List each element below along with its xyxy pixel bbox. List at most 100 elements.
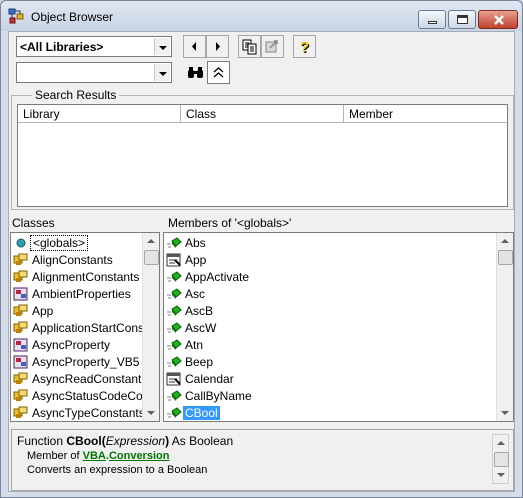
member-item-label: CBool	[183, 406, 220, 420]
view-definition-icon	[265, 40, 278, 53]
column-header-member[interactable]: Member	[344, 105, 507, 123]
column-header-library[interactable]: Library	[18, 105, 181, 123]
collapse-results-icon	[213, 67, 224, 78]
scroll-thumb[interactable]	[498, 250, 513, 265]
view-definition-button[interactable]	[261, 35, 284, 58]
enum-icon	[13, 303, 29, 319]
classes-label: Classes	[12, 216, 55, 230]
member-item[interactable]: Calendar	[164, 370, 495, 387]
search-button[interactable]	[183, 61, 206, 84]
chevron-down-icon[interactable]	[154, 38, 170, 55]
search-text-combo[interactable]	[16, 62, 172, 83]
member-item[interactable]: Atn	[164, 336, 495, 353]
close-button[interactable]	[478, 10, 518, 29]
minimize-button[interactable]	[418, 10, 446, 29]
object-browser-window: Object Browser <All Libraries> ? ? Searc…	[0, 0, 523, 498]
method-icon	[166, 269, 182, 285]
scroll-thumb[interactable]	[144, 250, 159, 265]
back-icon	[192, 42, 196, 51]
member-description: Converts an expression to a Boolean	[27, 464, 208, 476]
maximize-button[interactable]	[448, 10, 476, 29]
member-item[interactable]: Asc	[164, 285, 495, 302]
member-item[interactable]: AscW	[164, 319, 495, 336]
class-item[interactable]: AsyncTypeConstants	[11, 404, 145, 421]
members-list[interactable]: Abs App AppActivate Asc AscB AscW Atn Beep Calen…	[163, 232, 514, 422]
scroll-down-arrow[interactable]	[143, 404, 159, 421]
class-item[interactable]: AmbientProperties	[11, 285, 141, 302]
back-button[interactable]	[183, 35, 206, 58]
member-item-label: Asc	[185, 287, 206, 301]
member-item-label: App	[185, 253, 207, 267]
module-link[interactable]: Conversion	[109, 450, 170, 462]
detail-scrollbar[interactable]	[492, 434, 509, 484]
scroll-down-arrow[interactable]	[497, 404, 513, 421]
member-item-label: Calendar	[185, 372, 234, 386]
classes-list[interactable]: <globals> AlignConstants AlignmentConstant…	[10, 232, 160, 422]
globals-icon	[13, 235, 29, 251]
class-item[interactable]: AlignmentConstants	[11, 268, 141, 285]
class-item-label: AsyncTypeConstants	[32, 406, 145, 420]
property-icon	[166, 371, 182, 387]
class-icon	[13, 337, 29, 353]
class-item[interactable]: AsyncProperty_VB5	[11, 353, 141, 370]
class-item-label: <globals>	[30, 235, 89, 251]
enum-icon	[13, 371, 29, 387]
column-header-class[interactable]: Class	[181, 105, 344, 123]
class-item-label: AlignConstants	[32, 253, 113, 267]
method-icon	[166, 354, 182, 370]
method-icon	[166, 303, 182, 319]
member-of-line: Member of VBA.Conversion	[27, 450, 170, 462]
method-icon	[166, 320, 182, 336]
class-item-label: AsyncStatusCodeCo	[32, 389, 143, 403]
member-item[interactable]: AscB	[164, 302, 495, 319]
search-results-list[interactable]: Library Class Member	[17, 104, 508, 207]
class-item[interactable]: AlignConstants	[11, 251, 141, 268]
class-item-label: AsyncReadConstant	[32, 372, 142, 386]
help-icon: ? ?	[300, 39, 310, 55]
search-results-label: Search Results	[32, 88, 120, 102]
class-item-label: AlignmentConstants	[32, 270, 140, 284]
search-results-group: Search Results Library Class Member	[11, 88, 514, 210]
title-bar[interactable]: Object Browser	[1, 1, 522, 31]
member-signature: Function CBool(Expression) As Boolean	[17, 434, 234, 448]
chevron-down-icon[interactable]	[154, 64, 170, 81]
class-item[interactable]: AsyncReadConstant	[11, 370, 141, 387]
scroll-up-arrow[interactable]	[493, 435, 509, 452]
object-browser-icon	[8, 8, 24, 24]
scroll-up-arrow[interactable]	[143, 233, 159, 250]
class-item-label: AmbientProperties	[32, 287, 131, 301]
member-item-label: AscB	[185, 304, 214, 318]
member-item-label: Abs	[185, 236, 206, 250]
members-scrollbar[interactable]	[496, 233, 513, 421]
library-link[interactable]: VBA	[83, 450, 106, 462]
member-detail-pane: Function CBool(Expression) As Boolean Me…	[11, 429, 514, 491]
forward-icon	[216, 42, 220, 51]
maximize-icon	[457, 15, 468, 24]
minimize-icon	[428, 21, 437, 24]
class-item[interactable]: AsyncProperty	[11, 336, 141, 353]
member-item[interactable]: Beep	[164, 353, 495, 370]
scroll-down-arrow[interactable]	[493, 466, 509, 483]
class-item[interactable]: ApplicationStartCons	[11, 319, 144, 336]
member-item[interactable]: AppActivate	[164, 268, 495, 285]
member-item[interactable]: App	[164, 251, 495, 268]
browser-client-area: <All Libraries> ? ? Search Results Libra…	[8, 31, 515, 492]
class-item[interactable]: App	[11, 302, 141, 319]
library-combo-value: <All Libraries>	[20, 40, 104, 54]
enum-icon	[13, 252, 29, 268]
member-item[interactable]: Abs	[164, 234, 495, 251]
member-item[interactable]: CallByName	[164, 387, 495, 404]
library-combo[interactable]: <All Libraries>	[16, 36, 172, 57]
enum-icon	[13, 320, 29, 336]
class-item[interactable]: AsyncStatusCodeCo	[11, 387, 143, 404]
forward-button[interactable]	[206, 35, 229, 58]
scroll-up-arrow[interactable]	[497, 233, 513, 250]
copy-button[interactable]	[238, 35, 261, 58]
class-item[interactable]: <globals>	[11, 234, 141, 251]
help-button[interactable]: ? ?	[293, 35, 316, 58]
scroll-thumb[interactable]	[494, 452, 509, 467]
member-item[interactable]: CBool	[164, 404, 495, 421]
member-item-label: Beep	[185, 355, 214, 369]
classes-scrollbar[interactable]	[142, 233, 159, 421]
toggle-search-results-button[interactable]	[207, 61, 230, 84]
